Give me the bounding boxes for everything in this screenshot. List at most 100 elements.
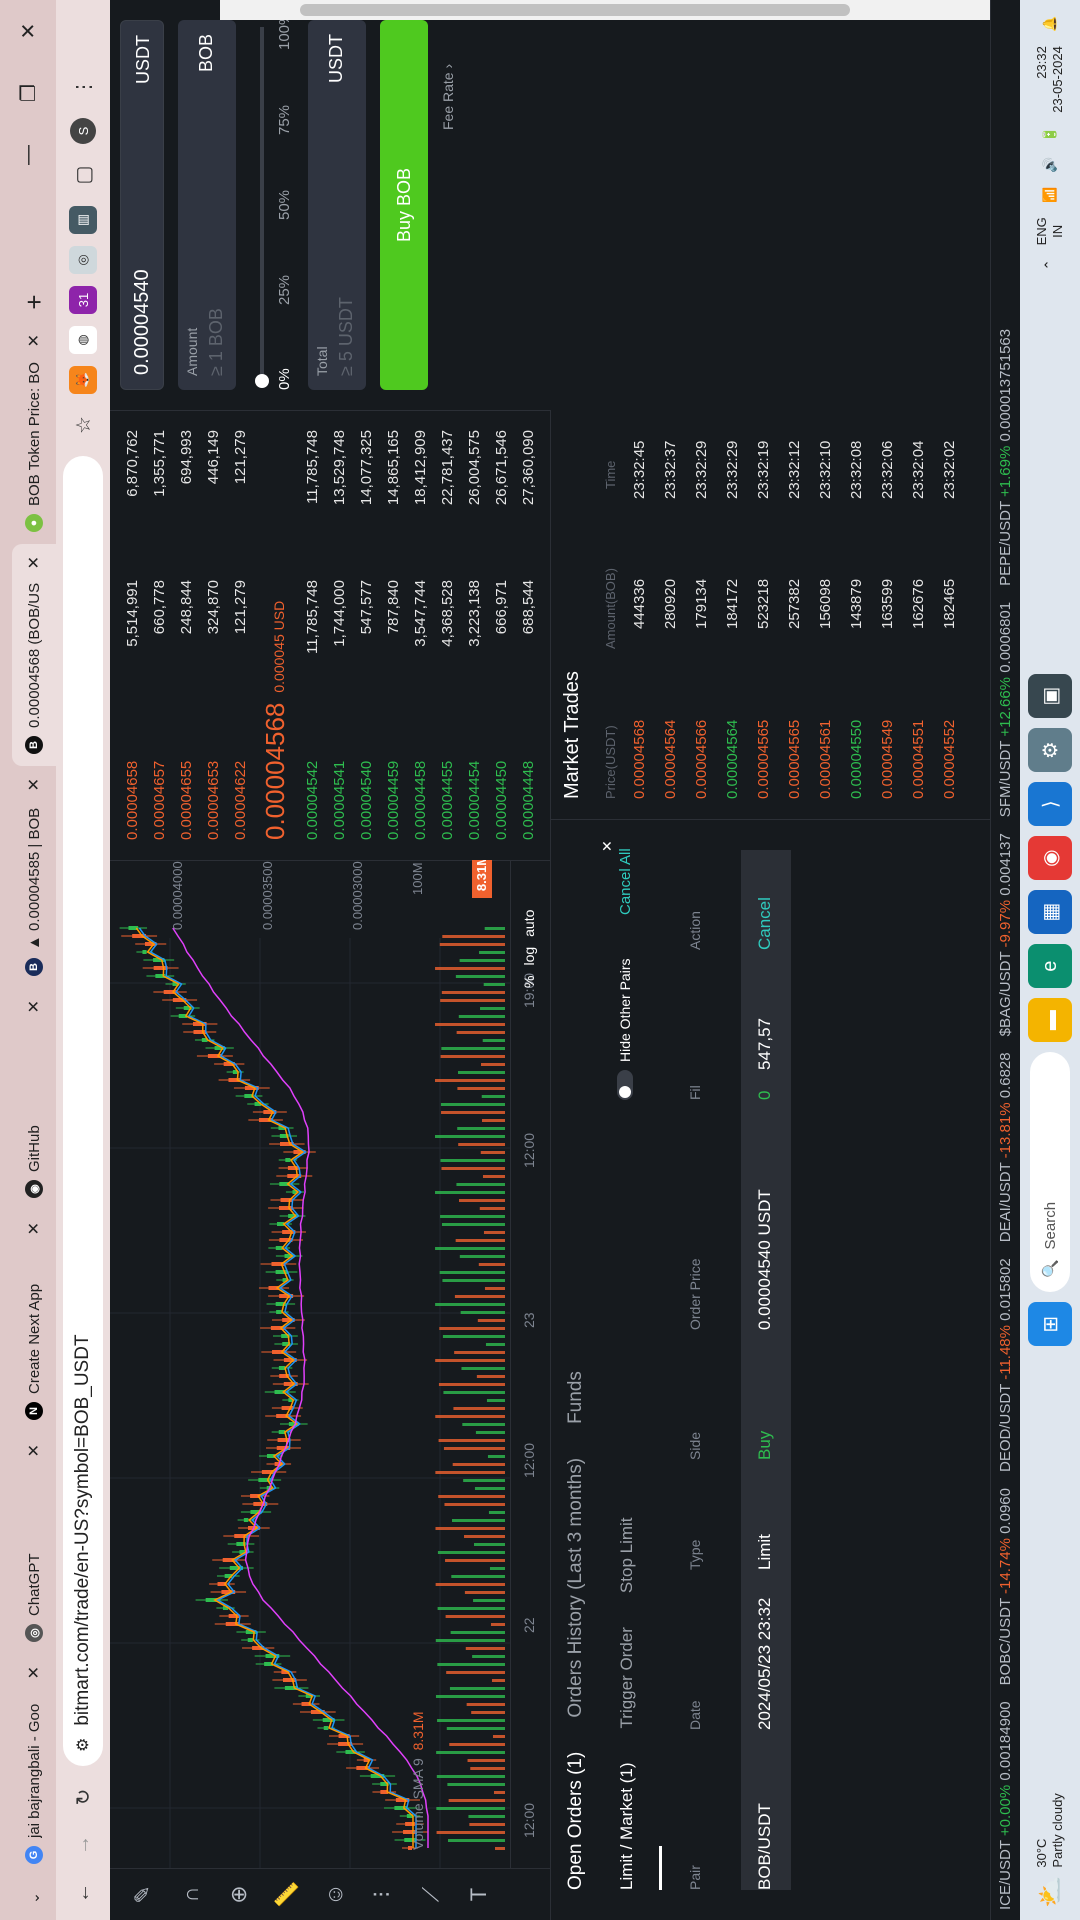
slider-mark[interactable]: 0% [276,368,293,390]
bookmark-star-icon[interactable]: ☆ [66,408,100,442]
bid-row[interactable]: 0.00004448 688,544 27,360,090 [516,410,543,860]
total-input[interactable]: Total ≥ 5 USDT USDT [308,20,366,390]
line-tool-icon[interactable]: ⟋ [418,1887,444,1902]
menu-icon[interactable]: ⋮ [66,70,100,104]
ask-row[interactable]: 0.00004653 324,870 446,149 [201,410,228,860]
close-tab-icon[interactable]: ✕ [24,1666,44,1679]
calendar-icon[interactable]: 31 [69,286,97,314]
ticker-item[interactable]: $BAG/USDT -9.97% 0.004137 [997,833,1014,1036]
browser-tab[interactable]: N Create Next App ✕ [12,1210,56,1432]
browser-tab[interactable]: B 0.00004568 (BOB/US ✕ [12,544,56,766]
close-icon[interactable]: ✕ [599,840,616,852]
browser-tab[interactable]: B ▲ 0.00004585 | BOB ✕ [12,766,56,988]
scale-auto-toggle[interactable]: auto [521,910,537,937]
order-action[interactable]: Cancel [755,897,775,950]
chrome-icon[interactable]: ◉ [1028,836,1072,881]
close-window-icon[interactable]: ✕ [0,0,56,62]
reload-icon[interactable]: ↻ [66,1780,100,1814]
profile-avatar[interactable]: S [70,118,96,144]
candlestick-chart[interactable] [110,860,550,1868]
slider-handle[interactable] [255,374,269,388]
vscode-icon[interactable]: ⟩ [1028,782,1072,827]
close-tab-icon[interactable]: ✕ [24,1222,44,1235]
back-icon[interactable]: ← [66,1876,100,1910]
close-tab-icon[interactable]: ✕ [24,334,44,347]
ask-row[interactable]: 0.00004655 248,844 694,993 [174,410,201,860]
ticker-item[interactable]: ICE/USDT +0.00% 0.00184900 [997,1701,1014,1910]
emoji-icon[interactable]: ☺ [322,1883,348,1905]
price-chart[interactable]: ✎ ∩ ⊕ 📏 ☺ ⫶ ⟋ T 0.00004000 0.00003500 0.… [110,848,550,1920]
orders-subtab[interactable]: Trigger Order [617,1627,637,1728]
orders-tab[interactable]: Orders History (Last 3 months) [565,1458,587,1718]
buy-button[interactable]: Buy BOB [380,20,428,390]
tab-search-icon[interactable]: ⌄ [12,1876,56,1920]
ask-row[interactable]: 0.00004658 5,514,991 6,870,762 [120,410,147,860]
side-panel-icon[interactable]: ▢ [66,158,100,192]
clock[interactable]: 23:32 23-05-2024 [1034,46,1066,113]
chevron-up-icon[interactable]: ⌃ [1042,259,1058,270]
text-tool-icon[interactable]: T [466,1888,492,1901]
taskbar-search[interactable]: 🔍 Search [1030,1052,1070,1293]
slider-mark[interactable]: 50% [276,190,293,220]
magnet-icon[interactable]: ∩ [178,1887,204,1903]
orders-subtab[interactable]: Limit / Market (1) [617,1762,637,1890]
ticker-item[interactable]: SFM/USDT +12.66% 0.0006801 [997,602,1014,817]
restore-icon[interactable]: ❐ [0,62,56,124]
browser-tab[interactable]: ◎ ChatGPT ✕ [12,1432,56,1654]
toggle-switch[interactable] [617,1070,633,1100]
metamask-icon[interactable]: 🦊 [69,366,97,394]
close-tab-icon[interactable]: ✕ [24,1000,44,1013]
ruler-icon[interactable]: 📏 [274,1881,300,1908]
orders-subtab[interactable]: Stop Limit [617,1517,637,1593]
page-scrollbar[interactable] [220,0,1080,20]
close-tab-icon[interactable]: ✕ [24,1444,44,1457]
volume-icon[interactable]: 🔊 [1042,157,1058,173]
close-tab-icon[interactable]: ✕ [24,778,44,791]
ticker-item[interactable]: PEPE/USDT +1.69% 0.000013751563 [997,329,1014,586]
bid-row[interactable]: 0.00004540 547,577 14,077,325 [354,410,381,860]
ask-row[interactable]: 0.00004622 121,279 121,279 [228,410,255,860]
colorwheel-icon[interactable]: ◍ [69,326,97,354]
bid-row[interactable]: 0.00004454 3,223,138 26,004,575 [462,410,489,860]
wifi-icon[interactable]: 📶 [1042,187,1058,203]
site-info-icon[interactable]: ⚙ [73,1738,93,1752]
browser-tab[interactable]: ◉ GitHub ✕ [12,988,56,1210]
zoom-icon[interactable]: ⊕ [226,1885,252,1903]
ticker-item[interactable]: BOBC/USDT -14.74% 0.0960 [997,1488,1014,1685]
cancel-all-button[interactable]: Cancel All [617,848,634,915]
price-input[interactable]: 0.00004540 USDT [120,20,164,390]
bid-row[interactable]: 0.00004455 4,368,528 22,781,437 [435,410,462,860]
battery-icon[interactable]: 🔋 [1042,127,1058,143]
ask-row[interactable]: 0.00004657 660,778 1,355,771 [147,410,174,860]
bid-row[interactable]: 0.00004458 3,547,744 18,412,909 [408,410,435,860]
scale-log-toggle[interactable]: log [521,947,537,966]
slider-mark[interactable]: 25% [276,275,293,305]
settings-icon[interactable]: ⚙ [1028,728,1072,773]
amount-input[interactable]: Amount ≥ 1 BOB BOB [178,20,236,390]
orders-tab[interactable]: Funds [565,1371,587,1424]
close-tab-icon[interactable]: ✕ [24,556,44,569]
ticker-item[interactable]: DEAI/USDT -13.81% 0.6828 [997,1052,1014,1242]
hide-other-pairs-toggle[interactable]: Hide Other Pairs [617,959,633,1100]
fee-rate-link[interactable]: Fee Rate › [440,64,456,130]
start-icon[interactable]: ⊞ [1028,1302,1072,1347]
edge-icon[interactable]: e [1028,944,1072,989]
bid-row[interactable]: 0.00004541 1,744,000 13,529,748 [327,410,354,860]
photos-icon[interactable]: ▣ [1028,674,1072,719]
language-indicator[interactable]: ENG IN [1034,217,1066,245]
bid-row[interactable]: 0.00004450 666,971 26,671,546 [489,410,516,860]
browser-tab[interactable]: Gjai bajrangbali - Goo ✕ [12,1654,56,1876]
book-icon[interactable]: ▥ [69,206,97,234]
scale-pct-toggle[interactable]: % [521,976,537,988]
pattern-icon[interactable]: ⫶ [370,1892,396,1898]
screenshot-icon[interactable]: ◎ [69,246,97,274]
minimize-icon[interactable]: — [0,124,56,186]
percent-slider[interactable] [255,27,269,388]
orders-tab[interactable]: Open Orders (1) [565,1752,587,1890]
ticker-item[interactable]: DEOD/USDT -11.48% 0.015802 [997,1258,1014,1472]
cursor-icon[interactable]: ✎ [130,1885,156,1903]
file-explorer-icon[interactable]: ▬ [1028,998,1072,1043]
new-tab-button[interactable]: + [12,282,56,322]
browser-tab[interactable]: ● BOB Token Price: BO ✕ [12,322,56,544]
slider-mark[interactable]: 75% [276,105,293,135]
